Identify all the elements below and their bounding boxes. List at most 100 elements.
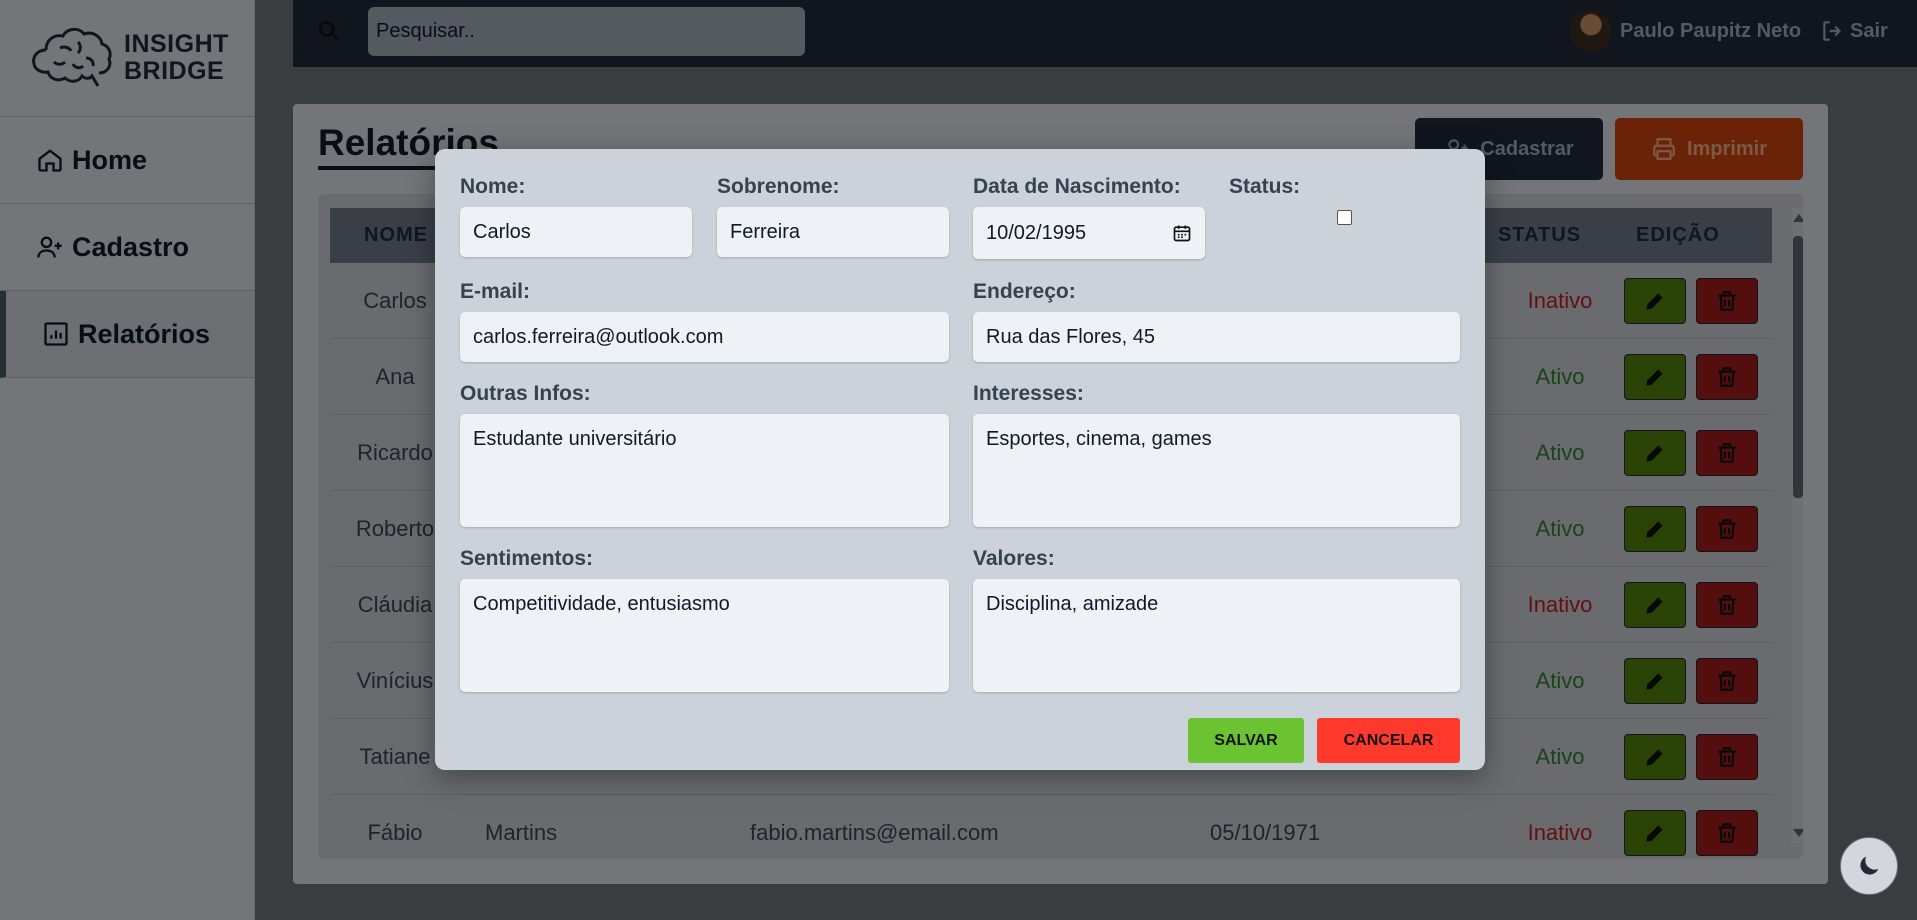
email-field[interactable] bbox=[460, 312, 949, 362]
column-header-nome[interactable]: NOME bbox=[364, 224, 428, 247]
printer-icon bbox=[1653, 138, 1675, 160]
trash-icon bbox=[1718, 823, 1736, 843]
table-row: Fábio Martins fabio.martins@email.com 05… bbox=[330, 795, 1772, 859]
trash-icon bbox=[1718, 671, 1736, 691]
cancel-button[interactable]: CANCELAR bbox=[1317, 718, 1460, 763]
sentimentos-label: Sentimentos: bbox=[460, 547, 594, 570]
status-label: Status: bbox=[1229, 175, 1301, 198]
pencil-icon bbox=[1646, 369, 1663, 386]
table-scrollbar[interactable] bbox=[1791, 208, 1803, 843]
cell-sobrenome: Martins bbox=[485, 820, 558, 845]
trash-icon bbox=[1718, 595, 1736, 615]
pencil-icon bbox=[1646, 521, 1663, 538]
status-checkbox[interactable] bbox=[1337, 210, 1352, 225]
sidebar-item-relatorios[interactable]: Relatórios bbox=[0, 291, 254, 378]
user-name: Paulo Paupitz Neto bbox=[1620, 19, 1802, 42]
sobrenome-field[interactable] bbox=[717, 207, 949, 257]
edit-button[interactable] bbox=[1624, 734, 1686, 780]
pencil-icon bbox=[1646, 293, 1663, 310]
moon-icon bbox=[1860, 856, 1879, 875]
user-menu[interactable]: Paulo Paupitz Neto bbox=[1570, 10, 1801, 52]
edit-button[interactable] bbox=[1624, 278, 1686, 324]
trash-icon bbox=[1718, 367, 1736, 387]
sentimentos-field[interactable]: Competitividade, entusiasmo bbox=[460, 579, 949, 692]
delete-button[interactable] bbox=[1696, 658, 1758, 704]
scroll-up-icon[interactable] bbox=[1793, 214, 1803, 222]
delete-button[interactable] bbox=[1696, 582, 1758, 628]
cell-status: Ativo bbox=[1535, 744, 1585, 769]
pencil-icon bbox=[1646, 597, 1663, 614]
sidebar: INSIGHT BRIDGE Home Cadastro Relatórios bbox=[0, 0, 255, 920]
sidebar-item-label: Cadastro bbox=[72, 231, 190, 262]
interesses-label: Interesses: bbox=[973, 382, 1084, 405]
edit-button[interactable] bbox=[1624, 810, 1686, 856]
sidebar-item-cadastro[interactable]: Cadastro bbox=[0, 204, 254, 291]
endereco-label: Endereço: bbox=[973, 280, 1076, 303]
app-logo[interactable]: INSIGHT BRIDGE bbox=[0, 0, 254, 117]
outras-infos-field[interactable]: Estudante universitário bbox=[460, 414, 949, 527]
nascimento-value: 10/02/1995 bbox=[986, 221, 1087, 244]
cell-nascimento: 05/10/1971 bbox=[1210, 820, 1321, 845]
cell-status: Inativo bbox=[1527, 592, 1593, 617]
nascimento-label: Data de Nascimento: bbox=[973, 175, 1181, 198]
delete-button[interactable] bbox=[1696, 354, 1758, 400]
search-icon[interactable] bbox=[316, 18, 342, 44]
edit-button[interactable] bbox=[1624, 582, 1686, 628]
scroll-down-icon[interactable] bbox=[1793, 829, 1803, 837]
cadastrar-label: Cadastrar bbox=[1480, 137, 1574, 160]
edit-button[interactable] bbox=[1624, 354, 1686, 400]
imprimir-button[interactable]: Imprimir bbox=[1615, 118, 1803, 180]
calendar-icon[interactable] bbox=[1172, 223, 1192, 243]
edit-modal: Nome: Sobrenome: Data de Nascimento: 10/… bbox=[435, 149, 1485, 770]
cell-status: Ativo bbox=[1535, 364, 1585, 389]
logout-button[interactable]: Sair bbox=[1820, 18, 1888, 44]
valores-label: Valores: bbox=[973, 547, 1055, 570]
nome-label: Nome: bbox=[460, 175, 526, 198]
pencil-icon bbox=[1646, 673, 1663, 690]
cell-email: fabio.martins@email.com bbox=[750, 820, 999, 845]
trash-icon bbox=[1718, 747, 1736, 767]
trash-icon bbox=[1718, 443, 1736, 463]
cell-status: Ativo bbox=[1535, 516, 1585, 541]
delete-button[interactable] bbox=[1696, 506, 1758, 552]
logout-label: Sair bbox=[1850, 19, 1888, 42]
edit-button[interactable] bbox=[1624, 658, 1686, 704]
sidebar-item-home[interactable]: Home bbox=[0, 117, 254, 204]
search-input[interactable] bbox=[368, 7, 805, 56]
sobrenome-label: Sobrenome: bbox=[717, 175, 840, 198]
cell-status: Ativo bbox=[1535, 668, 1585, 693]
delete-button[interactable] bbox=[1696, 734, 1758, 780]
outras-infos-label: Outras Infos: bbox=[460, 382, 591, 405]
save-button[interactable]: SALVAR bbox=[1188, 718, 1304, 763]
column-header-status[interactable]: STATUS bbox=[1498, 224, 1581, 247]
edit-button[interactable] bbox=[1624, 506, 1686, 552]
interesses-field[interactable]: Esportes, cinema, games bbox=[973, 414, 1460, 527]
brain-logo-icon bbox=[32, 27, 112, 87]
nascimento-field[interactable]: 10/02/1995 bbox=[973, 207, 1205, 259]
cell-nome: Fábio bbox=[367, 820, 423, 845]
imprimir-label: Imprimir bbox=[1686, 137, 1768, 160]
cell-status: Inativo bbox=[1527, 288, 1593, 313]
endereco-field[interactable] bbox=[973, 312, 1460, 362]
delete-button[interactable] bbox=[1696, 278, 1758, 324]
column-header-edicao: EDIÇÃO bbox=[1636, 224, 1720, 246]
pencil-icon bbox=[1646, 749, 1663, 766]
user-plus-icon bbox=[37, 236, 62, 258]
avatar[interactable] bbox=[1570, 10, 1612, 52]
nome-field[interactable] bbox=[460, 207, 692, 257]
edit-button[interactable] bbox=[1624, 430, 1686, 476]
sidebar-item-label: Home bbox=[72, 144, 148, 175]
trash-icon bbox=[1718, 519, 1736, 539]
pencil-icon bbox=[1646, 825, 1663, 842]
trash-icon bbox=[1718, 291, 1736, 311]
logout-icon bbox=[1823, 21, 1842, 41]
pencil-icon bbox=[1646, 445, 1663, 462]
email-label: E-mail: bbox=[460, 280, 531, 303]
scroll-thumb[interactable] bbox=[1793, 236, 1803, 498]
delete-button[interactable] bbox=[1696, 430, 1758, 476]
sidebar-item-label: Relatórios bbox=[78, 318, 211, 349]
valores-field[interactable]: Disciplina, amizade bbox=[973, 579, 1460, 692]
delete-button[interactable] bbox=[1696, 810, 1758, 856]
theme-toggle-button[interactable] bbox=[1840, 837, 1898, 895]
report-icon bbox=[44, 322, 68, 346]
